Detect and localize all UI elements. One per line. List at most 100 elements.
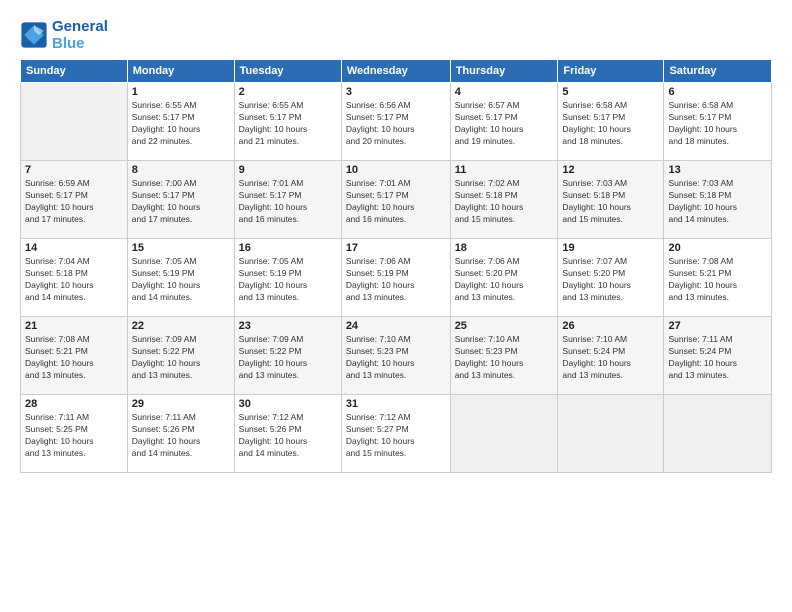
calendar-table: SundayMondayTuesdayWednesdayThursdayFrid… [20,59,772,473]
day-info: Sunrise: 6:56 AMSunset: 5:17 PMDaylight:… [346,99,446,148]
day-number: 14 [25,242,123,254]
calendar-cell: 8Sunrise: 7:00 AMSunset: 5:17 PMDaylight… [127,160,234,238]
day-number: 5 [562,86,659,98]
week-row-4: 21Sunrise: 7:08 AMSunset: 5:21 PMDayligh… [21,316,772,394]
day-number: 3 [346,86,446,98]
calendar-cell: 7Sunrise: 6:59 AMSunset: 5:17 PMDaylight… [21,160,128,238]
day-number: 2 [239,86,337,98]
day-info: Sunrise: 6:55 AMSunset: 5:17 PMDaylight:… [132,99,230,148]
calendar-cell: 11Sunrise: 7:02 AMSunset: 5:18 PMDayligh… [450,160,558,238]
calendar-cell [21,82,128,160]
calendar-cell: 15Sunrise: 7:05 AMSunset: 5:19 PMDayligh… [127,238,234,316]
calendar-cell: 2Sunrise: 6:55 AMSunset: 5:17 PMDaylight… [234,82,341,160]
calendar-cell: 9Sunrise: 7:01 AMSunset: 5:17 PMDaylight… [234,160,341,238]
day-number: 20 [668,242,767,254]
calendar-cell: 27Sunrise: 7:11 AMSunset: 5:24 PMDayligh… [664,316,772,394]
day-number: 21 [25,320,123,332]
weekday-header-row: SundayMondayTuesdayWednesdayThursdayFrid… [21,59,772,82]
day-number: 8 [132,164,230,176]
day-number: 24 [346,320,446,332]
calendar-cell: 4Sunrise: 6:57 AMSunset: 5:17 PMDaylight… [450,82,558,160]
calendar-cell: 25Sunrise: 7:10 AMSunset: 5:23 PMDayligh… [450,316,558,394]
calendar-cell: 12Sunrise: 7:03 AMSunset: 5:18 PMDayligh… [558,160,664,238]
day-info: Sunrise: 6:57 AMSunset: 5:17 PMDaylight:… [455,99,554,148]
weekday-header-tuesday: Tuesday [234,59,341,82]
day-number: 19 [562,242,659,254]
calendar-cell [558,394,664,472]
weekday-header-sunday: Sunday [21,59,128,82]
logo-area: General Blue [20,18,772,53]
calendar-cell: 23Sunrise: 7:09 AMSunset: 5:22 PMDayligh… [234,316,341,394]
day-number: 6 [668,86,767,98]
day-info: Sunrise: 6:55 AMSunset: 5:17 PMDaylight:… [239,99,337,148]
calendar-cell: 10Sunrise: 7:01 AMSunset: 5:17 PMDayligh… [341,160,450,238]
day-number: 12 [562,164,659,176]
calendar-cell: 19Sunrise: 7:07 AMSunset: 5:20 PMDayligh… [558,238,664,316]
day-info: Sunrise: 6:58 AMSunset: 5:17 PMDaylight:… [562,99,659,148]
calendar-cell: 28Sunrise: 7:11 AMSunset: 5:25 PMDayligh… [21,394,128,472]
weekday-header-friday: Friday [558,59,664,82]
day-number: 30 [239,398,337,410]
day-info: Sunrise: 7:12 AMSunset: 5:27 PMDaylight:… [346,411,446,460]
week-row-5: 28Sunrise: 7:11 AMSunset: 5:25 PMDayligh… [21,394,772,472]
day-info: Sunrise: 7:08 AMSunset: 5:21 PMDaylight:… [668,255,767,304]
day-number: 15 [132,242,230,254]
day-info: Sunrise: 6:59 AMSunset: 5:17 PMDaylight:… [25,177,123,226]
day-number: 13 [668,164,767,176]
day-number: 22 [132,320,230,332]
calendar-cell: 24Sunrise: 7:10 AMSunset: 5:23 PMDayligh… [341,316,450,394]
calendar-cell: 1Sunrise: 6:55 AMSunset: 5:17 PMDaylight… [127,82,234,160]
calendar-cell: 20Sunrise: 7:08 AMSunset: 5:21 PMDayligh… [664,238,772,316]
day-number: 16 [239,242,337,254]
day-number: 9 [239,164,337,176]
logo-line2: Blue [52,35,108,52]
day-number: 17 [346,242,446,254]
day-info: Sunrise: 7:03 AMSunset: 5:18 PMDaylight:… [668,177,767,226]
calendar-cell: 13Sunrise: 7:03 AMSunset: 5:18 PMDayligh… [664,160,772,238]
calendar-cell: 5Sunrise: 6:58 AMSunset: 5:17 PMDaylight… [558,82,664,160]
day-info: Sunrise: 6:58 AMSunset: 5:17 PMDaylight:… [668,99,767,148]
calendar-cell: 26Sunrise: 7:10 AMSunset: 5:24 PMDayligh… [558,316,664,394]
day-number: 4 [455,86,554,98]
day-info: Sunrise: 7:01 AMSunset: 5:17 PMDaylight:… [346,177,446,226]
day-info: Sunrise: 7:11 AMSunset: 5:24 PMDaylight:… [668,333,767,382]
day-info: Sunrise: 7:01 AMSunset: 5:17 PMDaylight:… [239,177,337,226]
logo-line1: General [52,18,108,35]
calendar-cell: 30Sunrise: 7:12 AMSunset: 5:26 PMDayligh… [234,394,341,472]
day-number: 11 [455,164,554,176]
day-info: Sunrise: 7:08 AMSunset: 5:21 PMDaylight:… [25,333,123,382]
calendar-cell [664,394,772,472]
weekday-header-wednesday: Wednesday [341,59,450,82]
calendar-cell [450,394,558,472]
day-info: Sunrise: 7:07 AMSunset: 5:20 PMDaylight:… [562,255,659,304]
day-info: Sunrise: 7:09 AMSunset: 5:22 PMDaylight:… [239,333,337,382]
page: General Blue SundayMondayTuesdayWednesda… [0,0,792,612]
day-info: Sunrise: 7:02 AMSunset: 5:18 PMDaylight:… [455,177,554,226]
day-info: Sunrise: 7:10 AMSunset: 5:23 PMDaylight:… [455,333,554,382]
day-number: 31 [346,398,446,410]
day-info: Sunrise: 7:11 AMSunset: 5:26 PMDaylight:… [132,411,230,460]
day-info: Sunrise: 7:10 AMSunset: 5:24 PMDaylight:… [562,333,659,382]
day-number: 29 [132,398,230,410]
week-row-3: 14Sunrise: 7:04 AMSunset: 5:18 PMDayligh… [21,238,772,316]
calendar-cell: 17Sunrise: 7:06 AMSunset: 5:19 PMDayligh… [341,238,450,316]
day-info: Sunrise: 7:03 AMSunset: 5:18 PMDaylight:… [562,177,659,226]
day-number: 7 [25,164,123,176]
calendar-cell: 31Sunrise: 7:12 AMSunset: 5:27 PMDayligh… [341,394,450,472]
day-info: Sunrise: 7:00 AMSunset: 5:17 PMDaylight:… [132,177,230,226]
calendar-cell: 16Sunrise: 7:05 AMSunset: 5:19 PMDayligh… [234,238,341,316]
week-row-1: 1Sunrise: 6:55 AMSunset: 5:17 PMDaylight… [21,82,772,160]
calendar-cell: 22Sunrise: 7:09 AMSunset: 5:22 PMDayligh… [127,316,234,394]
day-info: Sunrise: 7:05 AMSunset: 5:19 PMDaylight:… [132,255,230,304]
day-number: 28 [25,398,123,410]
weekday-header-thursday: Thursday [450,59,558,82]
week-row-2: 7Sunrise: 6:59 AMSunset: 5:17 PMDaylight… [21,160,772,238]
weekday-header-saturday: Saturday [664,59,772,82]
day-number: 10 [346,164,446,176]
day-number: 1 [132,86,230,98]
day-info: Sunrise: 7:12 AMSunset: 5:26 PMDaylight:… [239,411,337,460]
day-info: Sunrise: 7:06 AMSunset: 5:19 PMDaylight:… [346,255,446,304]
calendar-cell: 6Sunrise: 6:58 AMSunset: 5:17 PMDaylight… [664,82,772,160]
day-number: 25 [455,320,554,332]
calendar-cell: 29Sunrise: 7:11 AMSunset: 5:26 PMDayligh… [127,394,234,472]
